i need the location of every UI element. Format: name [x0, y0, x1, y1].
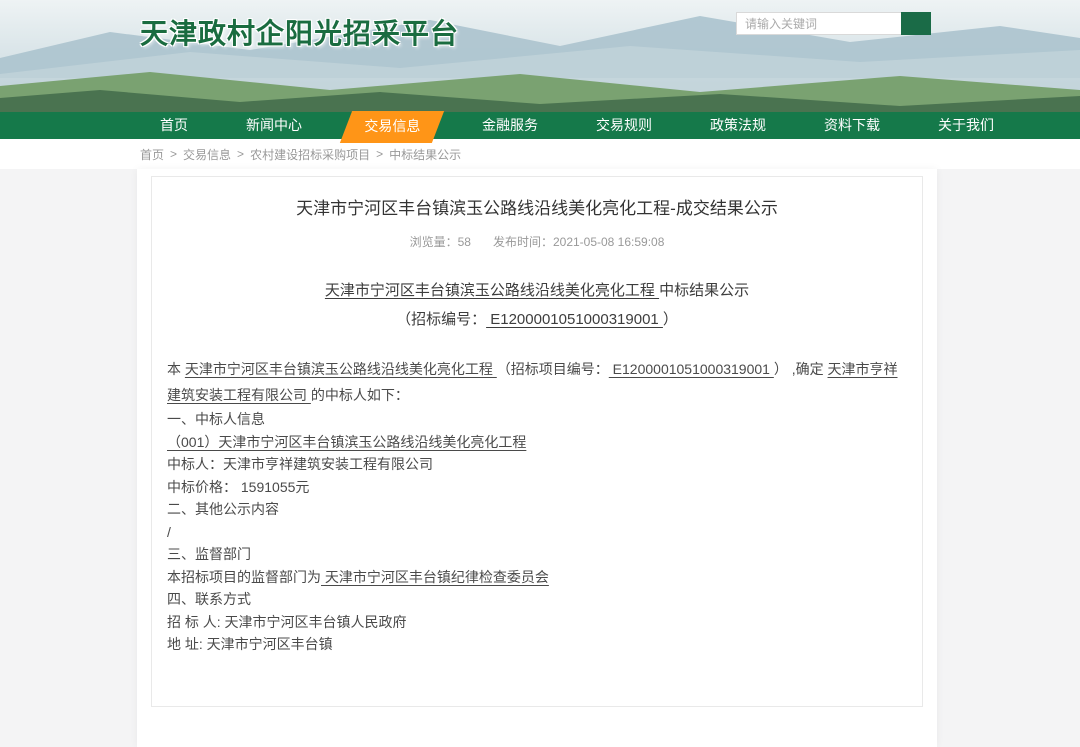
nav-item-home[interactable]: 首页: [146, 112, 202, 139]
breadcrumb-separator: >: [237, 147, 244, 161]
nav-item-trade-info[interactable]: 交易信息: [340, 111, 444, 143]
tender-number-line: （招标编号： E1200001051000319001 ）: [167, 309, 907, 330]
breadcrumb-rural-projects[interactable]: 农村建设招标采购项目: [250, 146, 370, 163]
nav-item-trade-rules[interactable]: 交易规则: [582, 112, 666, 139]
section3-title: 三、监督部门: [167, 543, 907, 566]
section1-title: 一、中标人信息: [167, 408, 907, 431]
section2-title: 二、其他公示内容: [167, 498, 907, 521]
site-title: 天津政村企阳光招采平台: [140, 12, 459, 52]
notice-heading: 天津市宁河区丰台镇滨玉公路线沿线美化亮化工程 中标结果公示 （招标编号： E12…: [167, 280, 907, 330]
section4-title: 四、联系方式: [167, 588, 907, 611]
address-line: 地 址: 天津市宁河区丰台镇: [167, 633, 907, 656]
views-count: 58: [458, 235, 471, 249]
page: 天津政村企阳光招采平台 首页 新闻中心 交易信息 金融服务 交易规则 政策法规 …: [0, 0, 1080, 747]
notice-title-line: 天津市宁河区丰台镇滨玉公路线沿线美化亮化工程 中标结果公示: [167, 280, 907, 301]
nav-item-downloads[interactable]: 资料下载: [810, 112, 894, 139]
content-card: 天津市宁河区丰台镇滨玉公路线沿线美化亮化工程-成交结果公示 浏览量：58 发布时间…: [137, 169, 937, 747]
breadcrumb: 首页 > 交易信息 > 农村建设招标采购项目 > 中标结果公示: [0, 139, 1080, 169]
section2-content: /: [167, 521, 907, 544]
article-meta: 浏览量：58 发布时间：2021-05-08 16:59:08: [167, 233, 907, 250]
article-body: 一、中标人信息 （001）天津市宁河区丰台镇滨玉公路线沿线美化亮化工程 中标人：…: [167, 408, 907, 656]
main-nav: 首页 新闻中心 交易信息 金融服务 交易规则 政策法规 资料下载 关于我们: [0, 112, 1080, 139]
main-area: 天津市宁河区丰台镇滨玉公路线沿线美化亮化工程-成交结果公示 浏览量：58 发布时间…: [0, 169, 1080, 747]
search-button[interactable]: [901, 12, 931, 35]
price-line: 中标价格： 1591055元: [167, 476, 907, 499]
nav-item-news[interactable]: 新闻中心: [232, 112, 316, 139]
breadcrumb-trade-info[interactable]: 交易信息: [183, 146, 231, 163]
publish-label: 发布时间：: [493, 235, 553, 249]
nav-item-finance[interactable]: 金融服务: [468, 112, 552, 139]
nav-item-policies[interactable]: 政策法规: [696, 112, 780, 139]
winner-line: 中标人：天津市亨祥建筑安装工程有限公司: [167, 453, 907, 476]
breadcrumb-home[interactable]: 首页: [140, 146, 164, 163]
breadcrumb-separator: >: [376, 147, 383, 161]
breadcrumb-current: 中标结果公示: [389, 146, 461, 163]
breadcrumb-separator: >: [170, 147, 177, 161]
bidder-line: 招 标 人: 天津市宁河区丰台镇人民政府: [167, 611, 907, 634]
header-banner: 天津政村企阳光招采平台: [0, 0, 1080, 112]
section1-item: （001）天津市宁河区丰台镇滨玉公路线沿线美化亮化工程: [167, 431, 907, 454]
intro-paragraph: 本 天津市宁河区丰台镇滨玉公路线沿线美化亮化工程 （招标项目编号： E12000…: [167, 356, 907, 408]
article-box: 天津市宁河区丰台镇滨玉公路线沿线美化亮化工程-成交结果公示 浏览量：58 发布时间…: [151, 176, 923, 707]
search-box: [736, 12, 931, 35]
page-title: 天津市宁河区丰台镇滨玉公路线沿线美化亮化工程-成交结果公示: [167, 197, 907, 221]
nav-item-about[interactable]: 关于我们: [924, 112, 1008, 139]
views-label: 浏览量：: [410, 235, 458, 249]
publish-time: 2021-05-08 16:59:08: [553, 235, 664, 249]
supervision-line: 本招标项目的监督部门为 天津市宁河区丰台镇纪律检查委员会: [167, 566, 907, 589]
